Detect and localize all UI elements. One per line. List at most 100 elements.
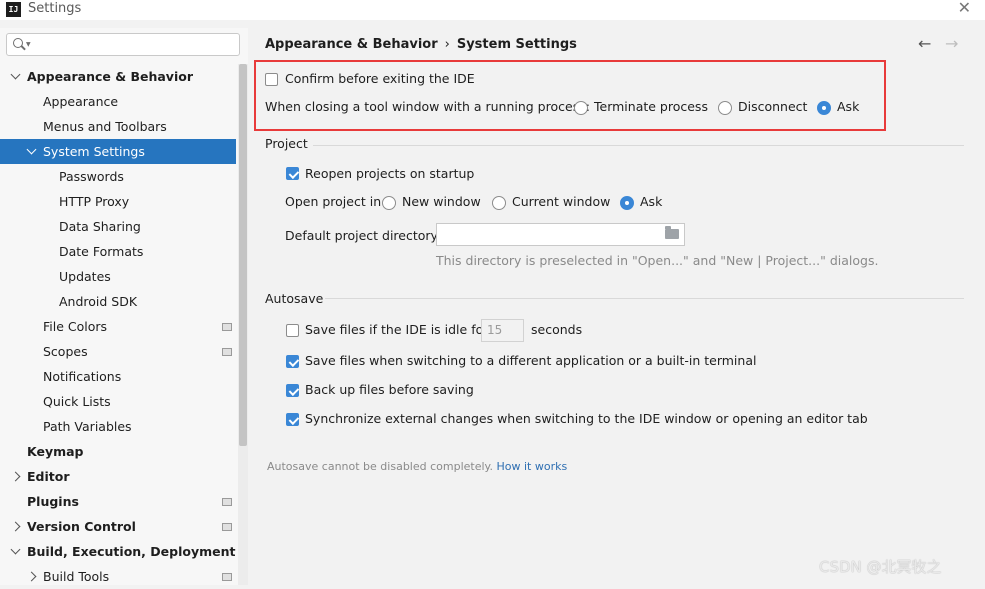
closing-terminate-radio[interactable] xyxy=(574,101,588,115)
folder-icon[interactable] xyxy=(665,226,679,239)
how-it-works-link[interactable]: How it works xyxy=(496,460,567,473)
default-directory-input[interactable] xyxy=(436,223,685,246)
backup-files-label: Back up files before saving xyxy=(305,382,474,397)
window-title: Settings xyxy=(28,1,82,16)
open-ask-label: Ask xyxy=(640,194,663,209)
search-input[interactable] xyxy=(33,36,237,54)
settings-sidebar: ▼ Appearance & Behavior Appearance Menus a… xyxy=(0,28,248,585)
autosave-section-title: Autosave xyxy=(265,291,324,306)
closing-disconnect-label: Disconnect xyxy=(738,99,808,114)
open-current-window-radio[interactable] xyxy=(492,196,506,210)
sidebar-item-label: Path Variables xyxy=(43,419,132,434)
sidebar-item-label: Build, Execution, Deployment xyxy=(27,544,236,559)
save-idle-label: Save files if the IDE is idle for xyxy=(305,322,489,337)
search-box[interactable]: ▼ xyxy=(6,33,240,56)
sidebar-item-menus-and-toolbars[interactable]: Menus and Toolbars xyxy=(0,114,236,139)
idle-seconds-unit: seconds xyxy=(531,322,583,337)
idle-seconds-input[interactable]: 15 xyxy=(481,319,524,342)
intellij-app-icon: IJ xyxy=(6,2,21,17)
sidebar-item-label: Updates xyxy=(59,269,111,284)
sidebar-item-appearance[interactable]: Appearance xyxy=(0,89,236,114)
close-icon[interactable]: ✕ xyxy=(958,0,971,17)
chevron-down-icon[interactable] xyxy=(26,144,37,155)
closing-ask-label: Ask xyxy=(837,99,860,114)
sidebar-item-label: Editor xyxy=(27,469,70,484)
sidebar-item-updates[interactable]: Updates xyxy=(0,264,236,289)
sidebar-item-scopes[interactable]: Scopes xyxy=(0,339,236,364)
backup-files-checkbox[interactable] xyxy=(286,384,299,397)
chevron-right-icon[interactable] xyxy=(10,471,21,482)
sidebar-item-date-formats[interactable]: Date Formats xyxy=(0,239,236,264)
project-level-icon xyxy=(222,348,232,356)
sidebar-item-system-settings[interactable]: System Settings xyxy=(0,139,236,164)
autosave-section-divider xyxy=(325,298,964,299)
breadcrumb-parent[interactable]: Appearance & Behavior xyxy=(265,37,438,52)
sidebar-item-android-sdk[interactable]: Android SDK xyxy=(0,289,236,314)
autosave-note: Autosave cannot be disabled completely. … xyxy=(267,460,567,473)
sync-external-checkbox[interactable] xyxy=(286,413,299,426)
sidebar-item-label: Scopes xyxy=(43,344,88,359)
project-level-icon xyxy=(222,523,232,531)
back-arrow-icon[interactable]: ← xyxy=(918,34,931,53)
sidebar-item-label: Passwords xyxy=(59,169,124,184)
sidebar-item-label: Keymap xyxy=(27,444,84,459)
sidebar-item-appearance-behavior[interactable]: Appearance & Behavior xyxy=(0,64,236,89)
closing-ask-radio[interactable] xyxy=(817,101,831,115)
sidebar-item-build-tools[interactable]: Build Tools xyxy=(0,564,236,589)
chevron-down-icon[interactable] xyxy=(10,544,21,555)
sidebar-item-passwords[interactable]: Passwords xyxy=(0,164,236,189)
search-history-chevron-icon[interactable]: ▼ xyxy=(26,41,31,48)
closing-terminate-label: Terminate process xyxy=(594,99,708,114)
confirm-exit-checkbox[interactable] xyxy=(265,73,278,86)
autosave-note-text: Autosave cannot be disabled completely. xyxy=(267,460,493,473)
sidebar-item-editor[interactable]: Editor xyxy=(0,464,236,489)
save-on-switch-label: Save files when switching to a different… xyxy=(305,353,757,368)
project-level-icon xyxy=(222,573,232,581)
chevron-down-icon[interactable] xyxy=(10,69,21,80)
open-new-window-radio[interactable] xyxy=(382,196,396,210)
sidebar-item-http-proxy[interactable]: HTTP Proxy xyxy=(0,189,236,214)
sidebar-scrollbar[interactable] xyxy=(238,64,248,585)
sidebar-item-quick-lists[interactable]: Quick Lists xyxy=(0,389,236,414)
open-ask-radio[interactable] xyxy=(620,196,634,210)
sidebar-item-label: Plugins xyxy=(27,494,79,509)
reopen-projects-label: Reopen projects on startup xyxy=(305,166,475,181)
breadcrumb: Appearance & Behavior › System Settings xyxy=(265,37,577,52)
open-new-window-label: New window xyxy=(402,194,481,209)
sidebar-item-label: Data Sharing xyxy=(59,219,141,234)
open-current-window-label: Current window xyxy=(512,194,611,209)
sidebar-item-data-sharing[interactable]: Data Sharing xyxy=(0,214,236,239)
forward-arrow-icon[interactable]: → xyxy=(945,34,958,53)
sidebar-item-build-execution-deployment[interactable]: Build, Execution, Deployment xyxy=(0,539,236,564)
sidebar-item-label: Appearance & Behavior xyxy=(27,69,193,84)
sidebar-item-label: Android SDK xyxy=(59,294,138,309)
sidebar-item-file-colors[interactable]: File Colors xyxy=(0,314,236,339)
save-idle-checkbox[interactable] xyxy=(286,324,299,337)
reopen-projects-checkbox[interactable] xyxy=(286,167,299,180)
sidebar-item-keymap[interactable]: Keymap xyxy=(0,439,236,464)
sidebar-item-label: Appearance xyxy=(43,94,119,109)
save-on-switch-checkbox[interactable] xyxy=(286,355,299,368)
chevron-right-icon[interactable] xyxy=(10,521,21,532)
project-section-divider xyxy=(313,145,964,146)
closing-disconnect-radio[interactable] xyxy=(718,101,732,115)
settings-tree: Appearance & Behavior Appearance Menus and… xyxy=(0,64,236,589)
csdn-watermark: CSDN @北冥牧之 xyxy=(819,558,942,576)
sidebar-item-plugins[interactable]: Plugins xyxy=(0,489,236,514)
sidebar-item-path-variables[interactable]: Path Variables xyxy=(0,414,236,439)
project-section-title: Project xyxy=(265,136,308,151)
breadcrumb-current: System Settings xyxy=(456,37,577,52)
sidebar-item-notifications[interactable]: Notifications xyxy=(0,364,236,389)
sidebar-item-label: Build Tools xyxy=(43,569,110,584)
sidebar-item-label: File Colors xyxy=(43,319,108,334)
sidebar-item-label: HTTP Proxy xyxy=(59,194,130,209)
title-bar: IJ Settings ✕ xyxy=(0,0,985,20)
sidebar-item-label: Menus and Toolbars xyxy=(43,119,167,134)
sync-external-label: Synchronize external changes when switch… xyxy=(305,411,868,426)
project-level-icon xyxy=(222,323,232,331)
open-project-in-label: Open project in xyxy=(285,194,382,209)
chevron-right-icon[interactable] xyxy=(26,571,37,582)
sidebar-item-label: Version Control xyxy=(27,519,136,534)
sidebar-item-version-control[interactable]: Version Control xyxy=(0,514,236,539)
sidebar-scroll-thumb[interactable] xyxy=(239,64,247,446)
